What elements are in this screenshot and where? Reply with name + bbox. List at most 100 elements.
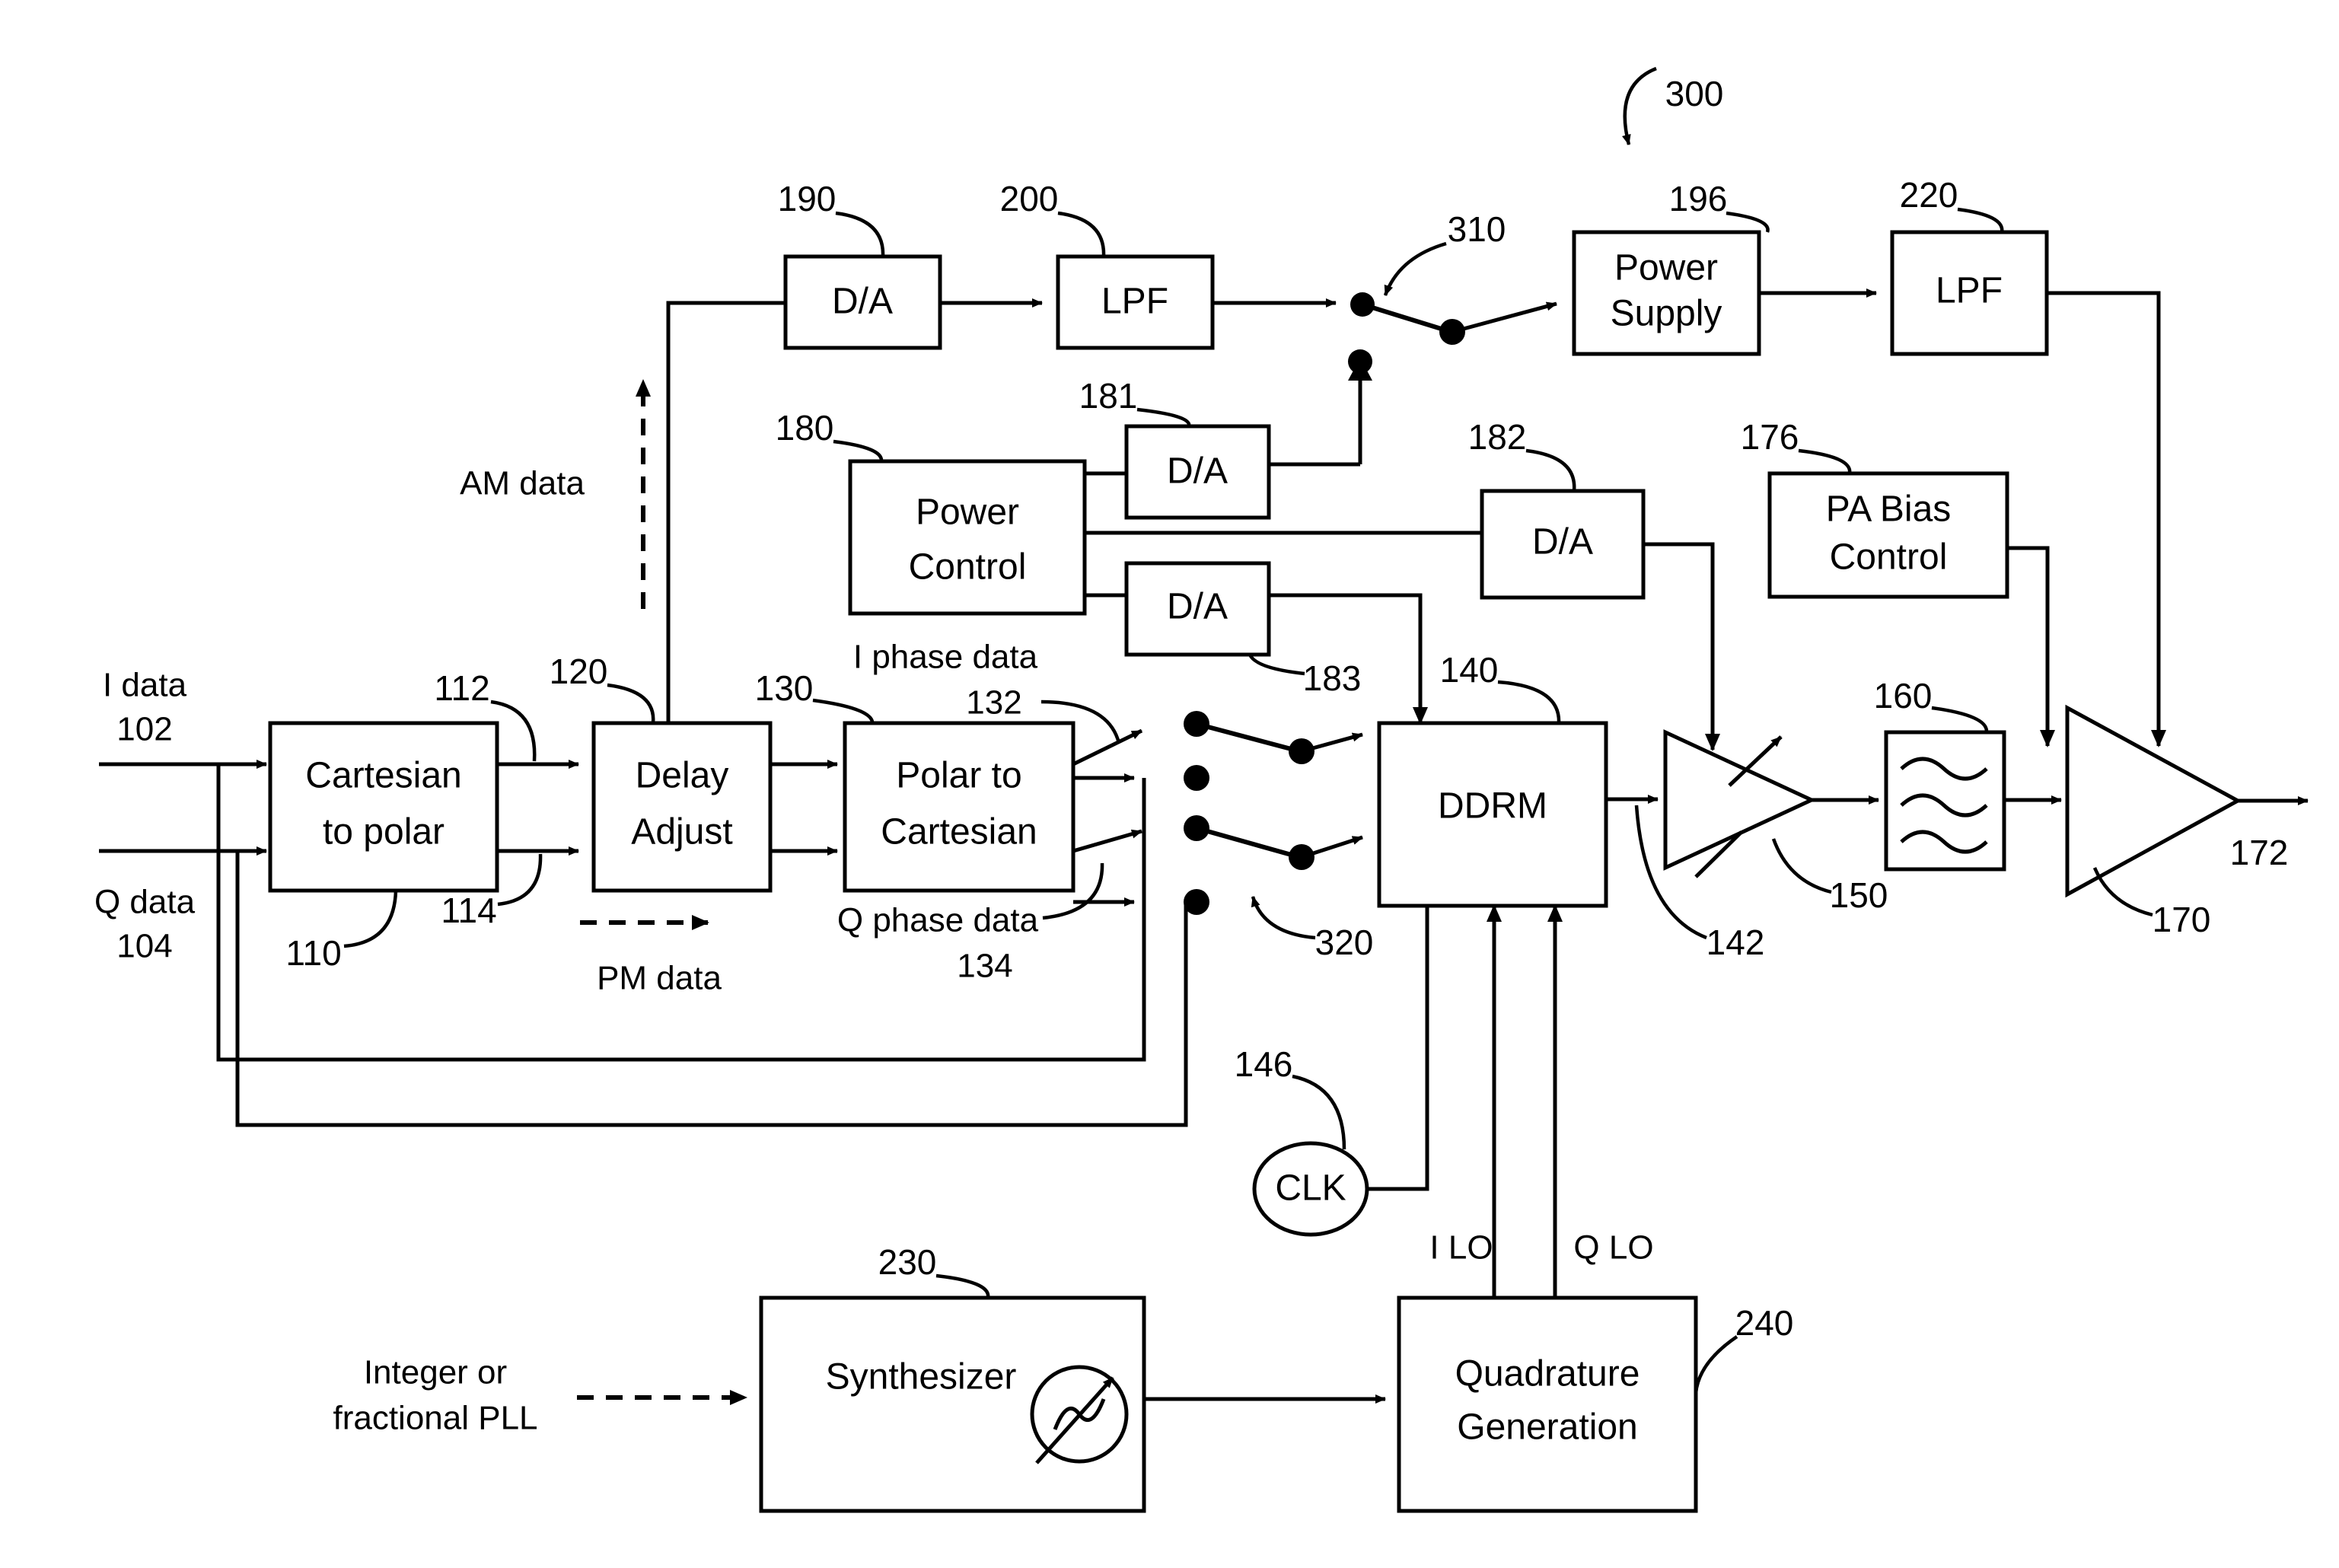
q-data-label-1: Q data	[94, 884, 196, 921]
da-182-label: D/A	[1532, 522, 1593, 563]
switch-310-lever[interactable]	[1362, 302, 1447, 333]
i-phase-data-label-1: I phase data	[853, 639, 1038, 676]
leader-230	[935, 1273, 990, 1299]
leader-114	[497, 853, 543, 907]
clk-label: CLK	[1275, 1168, 1346, 1209]
i-lo-label: I LO	[1429, 1229, 1493, 1267]
leader-300	[1621, 66, 1657, 145]
leader-120	[607, 683, 655, 724]
pm-data-label: PM data	[597, 960, 722, 997]
power-supply-label-1: Power	[1614, 248, 1718, 288]
ref-130: 130	[755, 668, 814, 708]
pll-input-label-2: fractional PLL	[333, 1400, 537, 1437]
quadrature-generation-label-2: Generation	[1457, 1407, 1638, 1448]
polar-to-cartesian-label-2: Cartesian	[881, 812, 1037, 853]
cartesian-to-polar-label-1: Cartesian	[305, 756, 461, 796]
leader-146	[1292, 1074, 1346, 1150]
quadrature-generation-box	[1397, 1296, 1698, 1513]
ref-310: 310	[1448, 209, 1506, 249]
am-data-label: AM data	[460, 465, 585, 502]
ref-120: 120	[550, 652, 608, 691]
switch-320-a-contact2-dot[interactable]	[1184, 765, 1209, 791]
power-control-label-1: Power	[916, 492, 1019, 533]
ref-300: 300	[1665, 74, 1724, 113]
i-data-label-1: I data	[103, 667, 187, 704]
leader-160	[1931, 706, 1989, 733]
ref-140: 140	[1440, 650, 1499, 690]
da-183-label: D/A	[1167, 587, 1228, 627]
ddrm-label: DDRM	[1438, 786, 1547, 827]
power-supply-label-2: Supply	[1611, 294, 1722, 334]
cartesian-to-polar-box	[268, 721, 499, 893]
leader-130	[812, 698, 875, 722]
leader-240	[1694, 1335, 1738, 1394]
da-190-label: D/A	[832, 282, 893, 322]
leader-140	[1497, 680, 1561, 724]
pll-input-label-1: Integer or	[364, 1354, 507, 1391]
ref-170: 170	[2153, 900, 2211, 939]
q-phase-data-label-2: 134	[957, 948, 1012, 985]
synthesizer-label: Synthesizer	[826, 1357, 1017, 1397]
pa-bias-label-1: PA Bias	[1826, 489, 1952, 530]
leader-183	[1248, 653, 1305, 676]
ref-176: 176	[1741, 417, 1799, 457]
lpf-200-label: LPF	[1101, 282, 1168, 322]
lpf220-to-pa-supply-wire	[2047, 291, 2166, 747]
polar-to-cartesian-box	[843, 721, 1075, 893]
ref-146: 146	[1235, 1044, 1293, 1084]
ref-190: 190	[778, 179, 836, 218]
power-amplifier-170-triangle	[2065, 704, 2242, 898]
ref-172: 172	[2230, 833, 2289, 872]
ref-200: 200	[1000, 179, 1059, 218]
lpf-220-label: LPF	[1936, 271, 2003, 311]
da182-to-vga-wire	[1643, 542, 1720, 751]
ref-220: 220	[1900, 175, 1958, 215]
q-data-label-2: 104	[116, 928, 172, 965]
ref-142: 142	[1706, 923, 1765, 962]
leader-150	[1771, 838, 1832, 894]
clk-to-ddrm-wire	[1367, 906, 1429, 1191]
ref-196: 196	[1669, 179, 1728, 218]
ref-240: 240	[1735, 1303, 1794, 1343]
ref-112: 112	[434, 668, 489, 708]
delay-adjust-box	[591, 721, 773, 893]
i-data-label-2: 102	[116, 711, 172, 748]
p2c-i-to-switch320-wire	[1072, 728, 1143, 766]
leader-320	[1251, 896, 1316, 940]
ref-180: 180	[776, 408, 834, 448]
ref-320: 320	[1315, 923, 1374, 962]
power-control-label-2: Control	[909, 547, 1027, 588]
switch-320-b-lever[interactable]	[1196, 826, 1295, 858]
pa-bias-label-2: Control	[1830, 537, 1948, 578]
leader-176	[1798, 448, 1852, 474]
switch-320-a-lever[interactable]	[1196, 722, 1295, 752]
delay-adjust-label-2: Adjust	[631, 812, 732, 853]
ref-182: 182	[1468, 417, 1527, 457]
power-control-box	[848, 459, 1087, 616]
quadrature-generation-label-1: Quadrature	[1455, 1354, 1640, 1394]
ref-183: 183	[1303, 658, 1362, 698]
q-phase-data-label-1: Q phase data	[837, 902, 1039, 939]
da-181-label: D/A	[1167, 451, 1228, 492]
patent-diagram-svg: D/A LPF Power Supply LPF 190 200 310 196…	[94, 66, 2309, 1513]
polar-to-cartesian-label-1: Polar to	[896, 756, 1021, 796]
leader-182	[1525, 448, 1576, 492]
leader-190	[835, 211, 885, 257]
ref-114: 114	[441, 891, 496, 930]
leader-181	[1136, 407, 1191, 427]
ref-110: 110	[285, 933, 341, 973]
ref-181: 181	[1079, 376, 1138, 416]
p2c-q-to-switch320-wire	[1072, 829, 1142, 853]
figure-canvas: D/A LPF Power Supply LPF 190 200 310 196…	[0, 0, 2339, 1568]
leader-220	[1957, 207, 2004, 233]
ref-160: 160	[1874, 676, 1933, 715]
delay-adjust-label-1: Delay	[636, 756, 729, 796]
switch-320-b-contact2-dot[interactable]	[1184, 889, 1209, 915]
ref-230: 230	[878, 1242, 937, 1282]
switch320b-to-ddrm-wire	[1301, 835, 1363, 859]
vga-150-triangle	[1663, 729, 1816, 871]
leader-180	[833, 439, 884, 462]
pabias-to-pa-wire	[2007, 546, 2055, 747]
leader-196	[1726, 211, 1770, 233]
i-phase-data-label-2: 132	[966, 684, 1021, 722]
